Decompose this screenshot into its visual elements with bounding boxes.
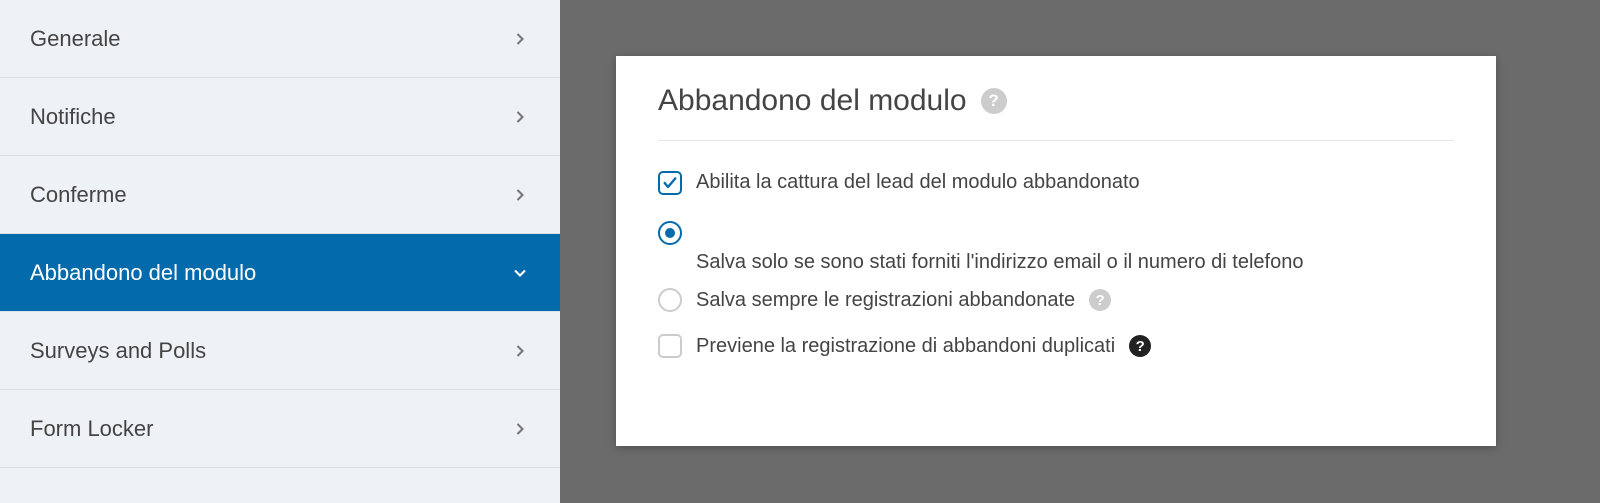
chevron-right-icon <box>510 341 530 361</box>
help-icon[interactable]: ? <box>1089 289 1111 311</box>
enable-capture-checkbox[interactable] <box>658 171 682 195</box>
panel-title: Abbandono del modulo <box>658 84 967 118</box>
chevron-right-icon <box>510 107 530 127</box>
sidebar-item-notifications[interactable]: Notifiche <box>0 78 560 156</box>
radio-save-if-contact[interactable] <box>658 221 682 245</box>
help-icon[interactable]: ? <box>981 88 1007 114</box>
radio-option-save-always: Salva sempre le registrazioni abbandonat… <box>658 288 1454 312</box>
sidebar-item-label: Conferme <box>30 182 127 208</box>
sidebar-item-confirmations[interactable]: Conferme <box>0 156 560 234</box>
sidebar-item-form-abandonment[interactable]: Abbandono del modulo <box>0 234 560 312</box>
prevent-duplicates-label: Previene la registrazione di abbandoni d… <box>696 335 1115 358</box>
settings-sidebar: Generale Notifiche Conferme Abbandono de… <box>0 0 560 503</box>
sidebar-item-label: Generale <box>30 26 121 52</box>
radio-option-save-if-contact: Salva solo se sono stati forniti l'indir… <box>658 221 1454 274</box>
chevron-right-icon <box>510 185 530 205</box>
radio-save-always-label: Salva sempre le registrazioni abbandonat… <box>696 289 1075 312</box>
sidebar-item-form-locker[interactable]: Form Locker <box>0 390 560 468</box>
prevent-duplicates-checkbox[interactable] <box>658 334 682 358</box>
sidebar-item-label: Surveys and Polls <box>30 338 206 364</box>
settings-panel: Abbandono del modulo ? Abilita la cattur… <box>616 56 1496 446</box>
divider <box>658 140 1454 141</box>
enable-capture-label: Abilita la cattura del lead del modulo a… <box>696 171 1140 194</box>
sidebar-item-label: Form Locker <box>30 416 153 442</box>
help-icon[interactable]: ? <box>1129 335 1151 357</box>
radio-save-if-contact-label: Salva solo se sono stati forniti l'indir… <box>696 251 1454 274</box>
chevron-right-icon <box>510 29 530 49</box>
sidebar-item-label: Notifiche <box>30 104 116 130</box>
enable-capture-row: Abilita la cattura del lead del modulo a… <box>658 171 1454 195</box>
radio-save-always[interactable] <box>658 288 682 312</box>
prevent-duplicates-row: Previene la registrazione di abbandoni d… <box>658 334 1454 358</box>
chevron-right-icon <box>510 419 530 439</box>
sidebar-item-general[interactable]: Generale <box>0 0 560 78</box>
chevron-down-icon <box>510 263 530 283</box>
sidebar-item-label: Abbandono del modulo <box>30 260 256 286</box>
sidebar-item-surveys-polls[interactable]: Surveys and Polls <box>0 312 560 390</box>
content-area: Abbandono del modulo ? Abilita la cattur… <box>560 0 1600 503</box>
